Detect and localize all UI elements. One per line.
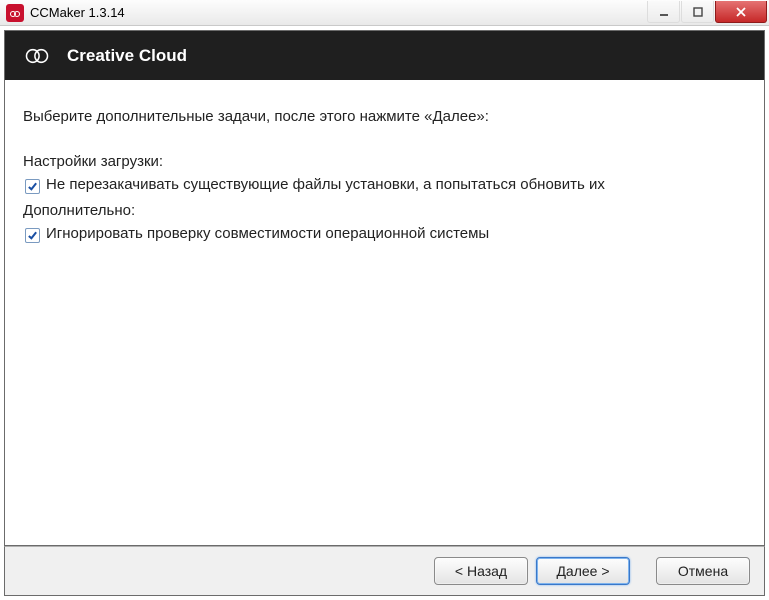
content-area: Выберите дополнительные задачи, после эт… — [4, 80, 765, 546]
cancel-button[interactable]: Отмена — [656, 557, 750, 585]
checkbox-download[interactable] — [25, 179, 40, 194]
section-additional-label: Дополнительно: — [23, 202, 746, 219]
title-bar: CCMaker 1.3.14 — [0, 0, 769, 26]
instruction-text: Выберите дополнительные задачи, после эт… — [23, 108, 746, 125]
checkbox-row-download: Не перезакачивать существующие файлы уст… — [25, 176, 746, 194]
header-title: Creative Cloud — [67, 46, 187, 66]
footer-bar: < Назад Далее > Отмена — [4, 546, 765, 596]
next-button[interactable]: Далее > — [536, 557, 630, 585]
creative-cloud-icon — [23, 42, 51, 70]
window-controls — [646, 1, 767, 23]
checkbox-row-ignorecompat: Игнорировать проверку совместимости опер… — [25, 225, 746, 243]
checkbox-download-label: Не перезакачивать существующие файлы уст… — [46, 176, 605, 193]
minimize-button[interactable] — [647, 1, 680, 23]
section-download-label: Настройки загрузки: — [23, 153, 746, 170]
back-button[interactable]: < Назад — [434, 557, 528, 585]
header-bar: Creative Cloud — [4, 30, 765, 80]
app-icon — [6, 4, 24, 22]
close-button[interactable] — [715, 1, 767, 23]
checkbox-ignorecompat[interactable] — [25, 228, 40, 243]
checkbox-ignorecompat-label: Игнорировать проверку совместимости опер… — [46, 225, 489, 242]
maximize-button[interactable] — [681, 1, 714, 23]
window-title: CCMaker 1.3.14 — [30, 5, 125, 20]
